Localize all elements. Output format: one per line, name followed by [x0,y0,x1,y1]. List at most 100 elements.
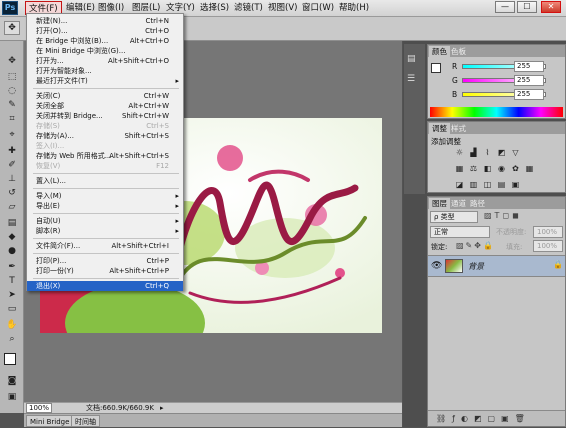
layer-filter-icons[interactable]: ▨T◻◼ [484,211,522,220]
hand-tool-icon[interactable]: ✋ [4,319,20,331]
properties-panel-icon[interactable]: ☰ [407,74,415,84]
file-menu-item[interactable]: 关闭全部 Alt+Ctrl+W [27,101,183,111]
hue-saturation-adjust-icon[interactable]: ▦ [454,164,465,174]
zoom-tool-icon[interactable]: ⌕ [4,333,20,345]
channel-mixer-adjust-icon[interactable]: ✿ [510,164,521,174]
zoom-level-field[interactable]: 100% [26,403,52,413]
gradient-map-adjust-icon[interactable]: ▤ [496,180,507,190]
healing-brush-icon[interactable]: ✚ [4,145,20,157]
color-balance-adjust-icon[interactable]: ⚖ [468,164,479,174]
file-menu-item[interactable]: 文件简介(F)... Alt+Shift+Ctrl+I [27,241,183,251]
vibrance-adjust-icon[interactable]: ▽ [510,148,521,158]
tab-layers[interactable]: 图层 [429,198,450,209]
selective-color-adjust-icon[interactable]: ▣ [510,180,521,190]
photo-filter-adjust-icon[interactable]: ◉ [496,164,507,174]
file-menu-item[interactable]: 关闭(C) Ctrl+W [27,91,183,101]
tab-color[interactable]: 颜色 [429,46,450,57]
posterize-adjust-icon[interactable]: ▥ [468,180,479,190]
file-menu-item[interactable]: 存储(S) Ctrl+S [27,121,183,131]
menu-select[interactable]: 选择(S) [197,1,232,15]
lasso-tool-icon[interactable]: ◌ [4,85,20,97]
color-spectrum-bar[interactable] [430,107,563,117]
marquee-tool-icon[interactable]: ⬚ [4,71,20,83]
layer-filter-select[interactable]: ρ 类型 [430,211,478,223]
menu-view[interactable]: 视图(V) [265,1,300,15]
file-menu-item[interactable]: 在 Mini Bridge 中浏览(G)... [27,46,183,56]
opacity-field[interactable]: 100% [533,226,563,238]
foreground-color-swatch[interactable] [4,353,16,365]
layer-row-background[interactable]: 👁 背景 🔒 [428,255,565,277]
file-menu-item[interactable]: 打开为智能对象... [27,66,183,76]
screen-mode-icon[interactable]: ▣ [4,391,20,403]
file-menu-item[interactable]: 置入(L)... [27,176,183,186]
channel-g-value[interactable]: 255 [514,75,544,86]
menu-window[interactable]: 窗口(W) [299,1,337,15]
menu-help[interactable]: 帮助(H) [336,1,372,15]
file-menu-item[interactable]: 在 Bridge 中浏览(B)... Alt+Ctrl+O [27,36,183,46]
tab-paths[interactable]: 路径 [467,198,488,209]
tab-timeline[interactable]: 时间轴 [71,415,100,427]
maximize-button[interactable]: ☐ [517,1,537,13]
threshold-adjust-icon[interactable]: ◫ [482,180,493,190]
file-menu-item[interactable]: 恢复(V) F12 [27,161,183,171]
file-menu-item[interactable]: 存储为 Web 所用格式... Alt+Shift+Ctrl+S [27,151,183,161]
path-select-tool-icon[interactable]: ➤ [4,289,20,301]
dodge-tool-icon[interactable]: ● [4,245,20,257]
exposure-adjust-icon[interactable]: ◩ [496,148,507,158]
file-menu-item[interactable]: 脚本(R) ▸ [27,226,183,236]
move-tool-icon[interactable]: ✥ [4,21,20,35]
file-menu-item[interactable]: 打开(O)... Ctrl+O [27,26,183,36]
history-panel-icon[interactable]: ▤ [407,54,416,64]
brightness-adjust-icon[interactable]: ☼ [454,148,465,158]
channel-r-value[interactable]: 255 [514,61,544,72]
color-lookup-adjust-icon[interactable]: ▦ [524,164,535,174]
file-menu-item[interactable]: 签入(I)... [27,141,183,151]
brush-tool-icon[interactable]: ✐ [4,159,20,171]
curves-adjust-icon[interactable]: ⌇ [482,148,493,158]
eraser-tool-icon[interactable]: ▱ [4,201,20,213]
channel-b-value[interactable]: 255 [514,89,544,100]
status-menu-arrow-icon[interactable]: ▸ [160,403,164,413]
fill-field[interactable]: 100% [533,240,563,252]
file-menu-item[interactable]: 最近打开文件(T) ▸ [27,76,183,86]
file-menu-item[interactable]: 退出(X) Ctrl+Q [27,281,183,291]
blur-tool-icon[interactable]: ◆ [4,231,20,243]
tab-adjustments[interactable]: 调整 [429,123,450,134]
quick-mask-icon[interactable]: ◙ [4,375,20,387]
file-menu-item[interactable]: 导入(M) ▸ [27,191,183,201]
file-menu-item[interactable]: 存储为(A)... Shift+Ctrl+S [27,131,183,141]
foreground-color-chip[interactable] [431,63,441,73]
close-button[interactable]: ✕ [541,1,561,13]
menu-filter[interactable]: 滤镜(T) [231,1,266,15]
history-brush-icon[interactable]: ↺ [4,187,20,199]
tab-mini-bridge[interactable]: Mini Bridge [26,415,74,427]
black-white-adjust-icon[interactable]: ◧ [482,164,493,174]
eyedropper-tool-icon[interactable]: ⌖ [4,129,20,141]
file-menu-item[interactable]: 关闭并转到 Bridge... Shift+Ctrl+W [27,111,183,121]
file-menu-item[interactable]: 新建(N)... Ctrl+N [27,16,183,26]
layers-footer-icons[interactable]: ⛓ƒ◐◩▢▣🗑 [428,410,565,426]
tab-swatches[interactable]: 色板 [448,46,469,57]
gradient-tool-icon[interactable]: ▤ [4,217,20,229]
tab-channels[interactable]: 通道 [448,198,469,209]
layer-name[interactable]: 背景 [468,261,484,272]
pen-tool-icon[interactable]: ✒ [4,261,20,273]
file-menu-item[interactable]: 导出(E) ▸ [27,201,183,211]
shape-tool-icon[interactable]: ▭ [4,303,20,315]
levels-adjust-icon[interactable]: ▟ [468,148,479,158]
invert-adjust-icon[interactable]: ◪ [454,180,465,190]
crop-tool-icon[interactable]: ⌗ [4,113,20,125]
move-tool-icon[interactable]: ✥ [4,55,20,67]
visibility-eye-icon[interactable]: 👁 [431,261,442,271]
quick-select-tool-icon[interactable]: ✎ [4,99,20,111]
clone-stamp-icon[interactable]: ⊥ [4,173,20,185]
file-menu-item[interactable]: 打开为... Alt+Shift+Ctrl+O [27,56,183,66]
minimize-button[interactable]: — [495,1,515,13]
tab-styles[interactable]: 样式 [448,123,469,134]
file-menu-item[interactable]: 自动(U) ▸ [27,216,183,226]
file-menu-item[interactable]: 打印(P)... Ctrl+P [27,256,183,266]
file-menu-item[interactable]: 打印一份(Y) Alt+Shift+Ctrl+P [27,266,183,276]
type-tool-icon[interactable]: T [4,275,20,287]
lock-icons[interactable]: ▨✎✥🔒 [456,241,495,250]
blend-mode-select[interactable]: 正常 [430,226,490,238]
